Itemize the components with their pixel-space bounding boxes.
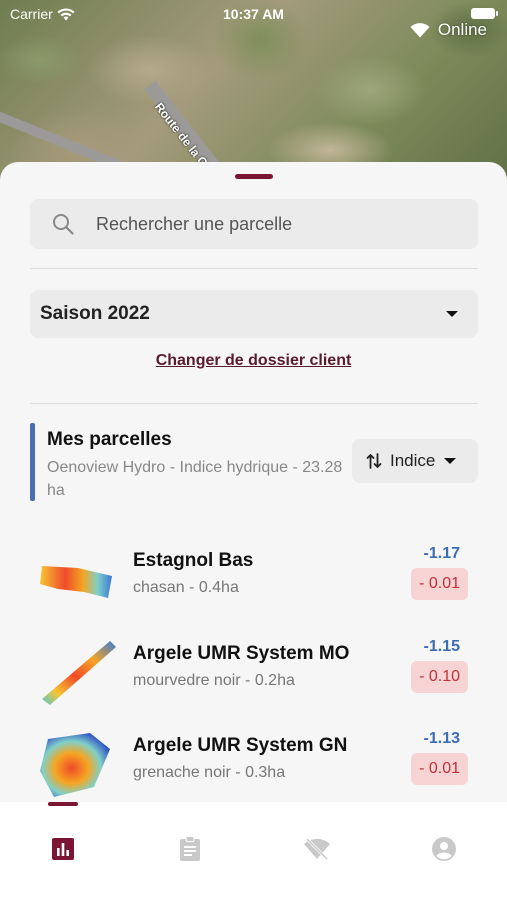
parcel-row[interactable]: Argele UMR System GN grenache noir - 0.3… [30,725,478,802]
sort-label: Indice [390,451,436,470]
tab-stats[interactable] [48,834,78,864]
parcel-name: Estagnol Bas [133,550,254,571]
chevron-down-icon [444,458,456,464]
sheet-grabber[interactable] [235,174,273,179]
wifi-icon [410,22,430,37]
tab-reports[interactable] [175,834,205,864]
parcels-header: Mes parcelles Oenoview Hydro - Indice hy… [30,423,478,501]
account-icon [432,837,456,861]
season-label: Saison 2022 [40,303,150,324]
tab-bar [0,802,507,900]
parcel-row[interactable]: Estagnol Bas chasan - 0.4ha -1.17 - 0.01 [30,540,478,620]
parcel-index-value: -1.13 [423,730,460,747]
parcels-title: Mes parcelles [47,429,172,450]
divider [30,268,478,269]
parcel-index-delta: - 0.01 [411,753,468,785]
parcel-index-delta: - 0.10 [411,661,468,693]
parcel-meta: grenache noir - 0.3ha [133,764,286,781]
parcel-thumbnail [40,733,110,797]
parcel-meta: chasan - 0.4ha [133,579,239,596]
connection-label: Online [437,20,487,39]
parcel-thumbnail [40,566,112,598]
sort-button[interactable]: Indice [352,439,478,483]
parcel-index-delta: - 0.01 [411,568,468,600]
search-input[interactable] [96,213,436,235]
road [0,108,122,171]
parcel-name: Argele UMR System MO [133,643,350,664]
battery-icon [471,8,498,19]
change-client-link[interactable]: Changer de dossier client [0,352,507,370]
clipboard-icon [180,836,200,861]
wifi-off-icon [304,837,330,861]
tab-offline[interactable] [302,834,332,864]
parcel-meta: mourvedre noir - 0.2ha [133,672,295,689]
map-road-label: Route de la G [151,100,211,170]
season-select[interactable]: Saison 2022 [30,290,478,338]
parcel-index-value: -1.15 [423,638,460,655]
parcels-subtitle: Oenoview Hydro - Indice hydrique - 23.28… [47,459,343,499]
tab-account[interactable] [429,834,459,864]
parcel-row[interactable]: Argele UMR System MO mourvedre noir - 0.… [30,633,478,713]
divider [30,403,478,404]
bottom-sheet: Saison 2022 Changer de dossier client Me… [0,162,507,802]
parcel-thumbnail [42,641,116,705]
active-tab-indicator [48,802,78,806]
parcels-accent-bar [30,423,35,501]
parcel-name: Argele UMR System GN [133,735,348,756]
sort-icon [366,453,382,469]
connection-status: Online [410,20,487,40]
search-bar[interactable] [30,199,478,249]
bar-chart-icon [52,838,74,860]
parcel-index-value: -1.17 [423,545,460,562]
search-icon [53,214,74,235]
chevron-down-icon [446,311,458,317]
